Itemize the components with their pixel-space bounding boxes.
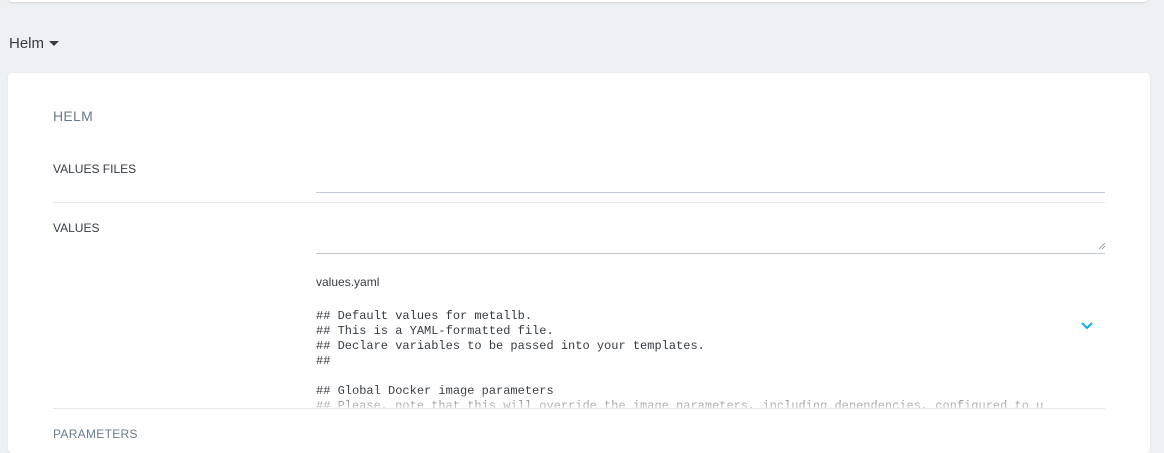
values-file-name: values.yaml <box>316 275 380 289</box>
helm-card: HELM VALUES FILES VALUES values.yaml ## … <box>8 73 1150 453</box>
values-textarea[interactable] <box>316 218 1105 254</box>
values-label: VALUES <box>53 221 100 235</box>
chevron-down-icon[interactable] <box>1080 320 1094 330</box>
card-title: HELM <box>53 108 94 124</box>
helm-section-toggle[interactable]: Helm <box>9 35 60 52</box>
divider <box>53 202 1105 203</box>
caret-down-icon <box>49 41 60 46</box>
divider <box>53 408 1105 409</box>
parameters-label: PARAMETERS <box>53 427 138 441</box>
previous-card <box>8 0 1148 2</box>
values-files-label: VALUES FILES <box>53 162 137 176</box>
values-files-input[interactable] <box>316 173 1105 193</box>
section-title: Helm <box>9 35 45 52</box>
resize-grip-icon[interactable] <box>1098 242 1106 250</box>
